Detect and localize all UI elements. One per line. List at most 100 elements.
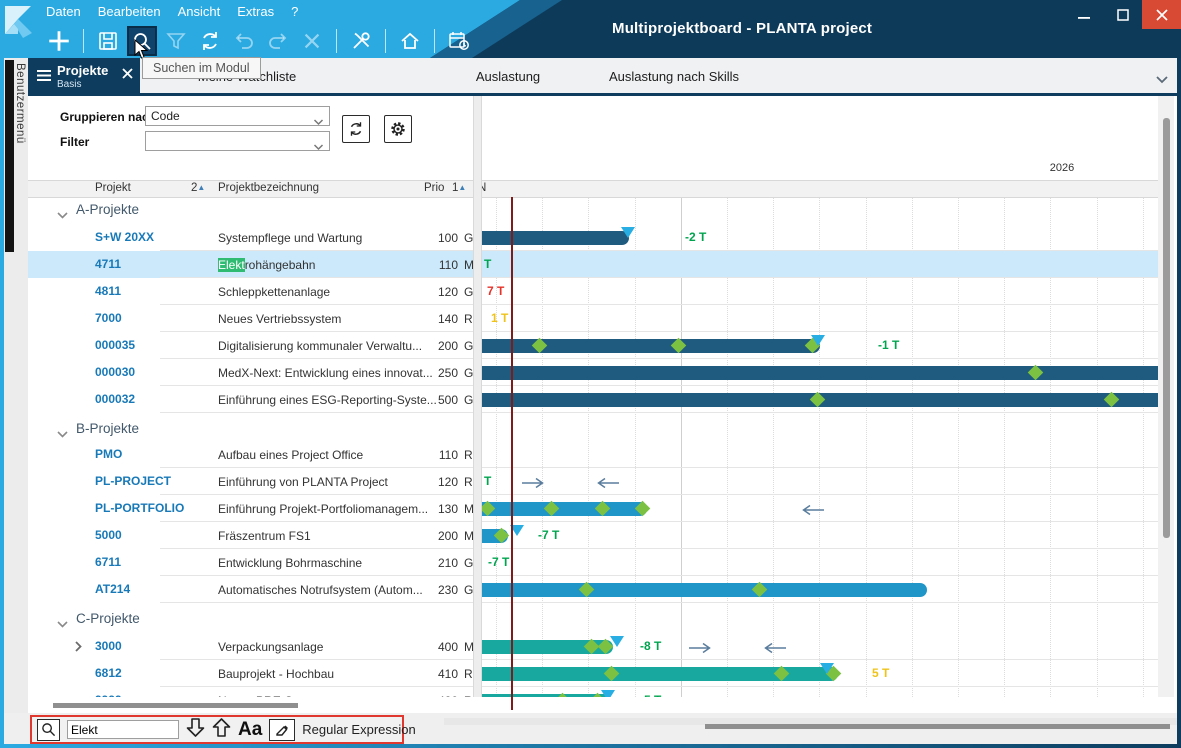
gantt-bar[interactable]: [480, 583, 927, 597]
match-case-button[interactable]: Aa: [238, 720, 262, 739]
project-id-link[interactable]: 6711: [95, 555, 121, 569]
project-id-link[interactable]: 6812: [95, 666, 122, 680]
project-id-link[interactable]: 000030: [95, 365, 135, 379]
hamburger-menu-icon[interactable]: [37, 68, 51, 86]
save-icon[interactable]: [93, 26, 123, 56]
project-id-link[interactable]: 000035: [95, 338, 135, 352]
delay-label: -2 T: [685, 230, 706, 244]
minimize-button[interactable]: [1064, 0, 1103, 29]
table-row[interactable]: 6711Entwicklung Bohrmaschine210G-7 T: [28, 549, 1158, 576]
close-icon[interactable]: [297, 26, 327, 56]
menu-item-ansicht[interactable]: Ansicht: [178, 4, 221, 19]
home-icon[interactable]: [395, 26, 425, 56]
column-header-prio[interactable]: Prio: [424, 182, 444, 194]
module-content: Gruppieren nach Code Filter: [28, 96, 1181, 713]
table-row[interactable]: PMOAufbau eines Project Office110R: [28, 441, 1158, 468]
gantt-bar[interactable]: [480, 339, 820, 353]
table-row[interactable]: 6812Bauprojekt - Hochbau410R5 T: [28, 660, 1158, 687]
group-label: C-Projekte: [76, 611, 140, 626]
gantt-bar[interactable]: [480, 366, 1158, 380]
project-id-link[interactable]: 9999: [95, 693, 122, 697]
gantt-bar[interactable]: [480, 502, 647, 516]
close-button[interactable]: [1142, 0, 1181, 29]
calendar-clock-icon[interactable]: [444, 26, 474, 56]
table-row[interactable]: S+W 20XXSystempflege und Wartung100G-2 T: [28, 224, 1158, 251]
project-name: Fräszentrum FS1: [218, 529, 311, 543]
table-row[interactable]: 5000Fräszentrum FS1200M-7 T: [28, 522, 1158, 549]
project-status-letter: G: [464, 393, 473, 407]
project-priority: 410: [368, 667, 458, 681]
search-input[interactable]: [67, 720, 179, 739]
project-id-link[interactable]: 7000: [95, 311, 122, 325]
gantt-horizontal-scrollbar[interactable]: [444, 718, 1177, 725]
menu-item-daten[interactable]: Daten: [46, 4, 81, 19]
tools-icon[interactable]: [346, 26, 376, 56]
highlight-all-button[interactable]: [269, 719, 295, 741]
project-status-letter: G: [464, 556, 473, 570]
group-header[interactable]: C-Projekte: [28, 607, 1158, 633]
expand-chevron-icon[interactable]: [74, 640, 83, 658]
deadline-marker-icon: [610, 636, 624, 647]
project-status-letter: R: [464, 312, 473, 326]
vertical-scrollbar-thumb[interactable]: [1163, 118, 1170, 538]
vertical-scrollbar[interactable]: [1158, 96, 1174, 697]
search-prev-button[interactable]: [212, 717, 231, 743]
search-icon[interactable]: [37, 719, 60, 741]
project-id-link[interactable]: 000032: [95, 392, 135, 406]
project-id-link[interactable]: PL-PORTFOLIO: [95, 501, 184, 515]
gantt-horizontal-scrollbar-thumb[interactable]: [705, 724, 1170, 729]
project-id-link[interactable]: 4711: [95, 257, 121, 271]
user-menu-handle[interactable]: [5, 60, 14, 252]
deadline-marker-icon: [811, 335, 825, 346]
project-id-link[interactable]: PMO: [95, 447, 122, 461]
chevron-down-icon[interactable]: [56, 616, 69, 634]
project-name: Schleppkettenanlage: [218, 285, 330, 299]
group-header[interactable]: A-Projekte: [28, 198, 1158, 224]
plus-icon[interactable]: [44, 26, 74, 56]
tab-projekte-active[interactable]: Projekte Basis: [28, 58, 140, 96]
table-row[interactable]: 4711Elektrohängebahn110MT: [28, 251, 1158, 278]
table-row[interactable]: 3000Verpackungsanlage400M-8 T: [28, 633, 1158, 660]
project-id-link[interactable]: AT214: [95, 582, 130, 596]
project-priority: 140: [368, 312, 458, 326]
table-row[interactable]: 000030MedX-Next: Entwicklung eines innov…: [28, 359, 1158, 386]
gantt-bar[interactable]: [480, 231, 629, 245]
project-id-link[interactable]: 3000: [95, 639, 122, 653]
menu-item-[interactable]: ?: [291, 4, 298, 19]
undo-icon[interactable]: [229, 26, 259, 56]
menu-item-extras[interactable]: Extras: [237, 4, 274, 19]
table-row[interactable]: PL-PORTFOLIOEinführung Projekt-Portfolio…: [28, 495, 1158, 522]
table-row[interactable]: AT214Automatisches Notrufsystem (Autom..…: [28, 576, 1158, 603]
maximize-button[interactable]: [1103, 0, 1142, 29]
project-id-link[interactable]: 4811: [95, 284, 121, 298]
project-id-link[interactable]: PL-PROJECT: [95, 474, 171, 488]
panel-splitter[interactable]: [473, 96, 482, 697]
search-next-button[interactable]: [186, 717, 205, 743]
refresh-icon[interactable]: [195, 26, 225, 56]
filter-icon[interactable]: [161, 26, 191, 56]
sort-indicator-project[interactable]: 2▲: [191, 182, 205, 194]
project-id-link[interactable]: S+W 20XX: [95, 230, 154, 244]
constraint-arrow-left-icon: [762, 641, 788, 659]
column-header-name[interactable]: Projektbezeichnung: [218, 182, 319, 194]
table-row[interactable]: PL-PROJECTEinführung von PLANTA Project1…: [28, 468, 1158, 495]
tab-close-icon[interactable]: [122, 66, 133, 84]
sort-indicator-prio[interactable]: 1▲: [452, 182, 466, 194]
tab-auslastung-nach-skills[interactable]: Auslastung nach Skills: [609, 69, 739, 84]
module-search-bar: Aa Regular Expression: [30, 715, 404, 744]
table-row[interactable]: 4811Schleppkettenanlage120G7 T: [28, 278, 1158, 305]
tab-overflow-chevron-icon[interactable]: [1155, 71, 1169, 89]
table-row[interactable]: 7000Neues Vertriebssystem140R1 T: [28, 305, 1158, 332]
chevron-down-icon[interactable]: [56, 207, 69, 225]
group-header[interactable]: B-Projekte: [28, 417, 1158, 443]
redo-icon[interactable]: [263, 26, 293, 56]
table-row[interactable]: 000032Einführung eines ESG-Reporting-Sys…: [28, 386, 1158, 413]
table-horizontal-scrollbar-thumb[interactable]: [53, 703, 298, 708]
menu-item-bearbeiten[interactable]: Bearbeiten: [98, 4, 161, 19]
table-row[interactable]: 9999Neues PRE-Syst...420R-5 T: [28, 687, 1158, 697]
table-row[interactable]: 000035Digitalisierung kommunaler Verwalt…: [28, 332, 1158, 359]
project-status-letter: R: [464, 475, 473, 489]
tab-auslastung[interactable]: Auslastung: [476, 69, 540, 84]
column-header-project[interactable]: Projekt: [95, 182, 131, 194]
project-id-link[interactable]: 5000: [95, 528, 122, 542]
